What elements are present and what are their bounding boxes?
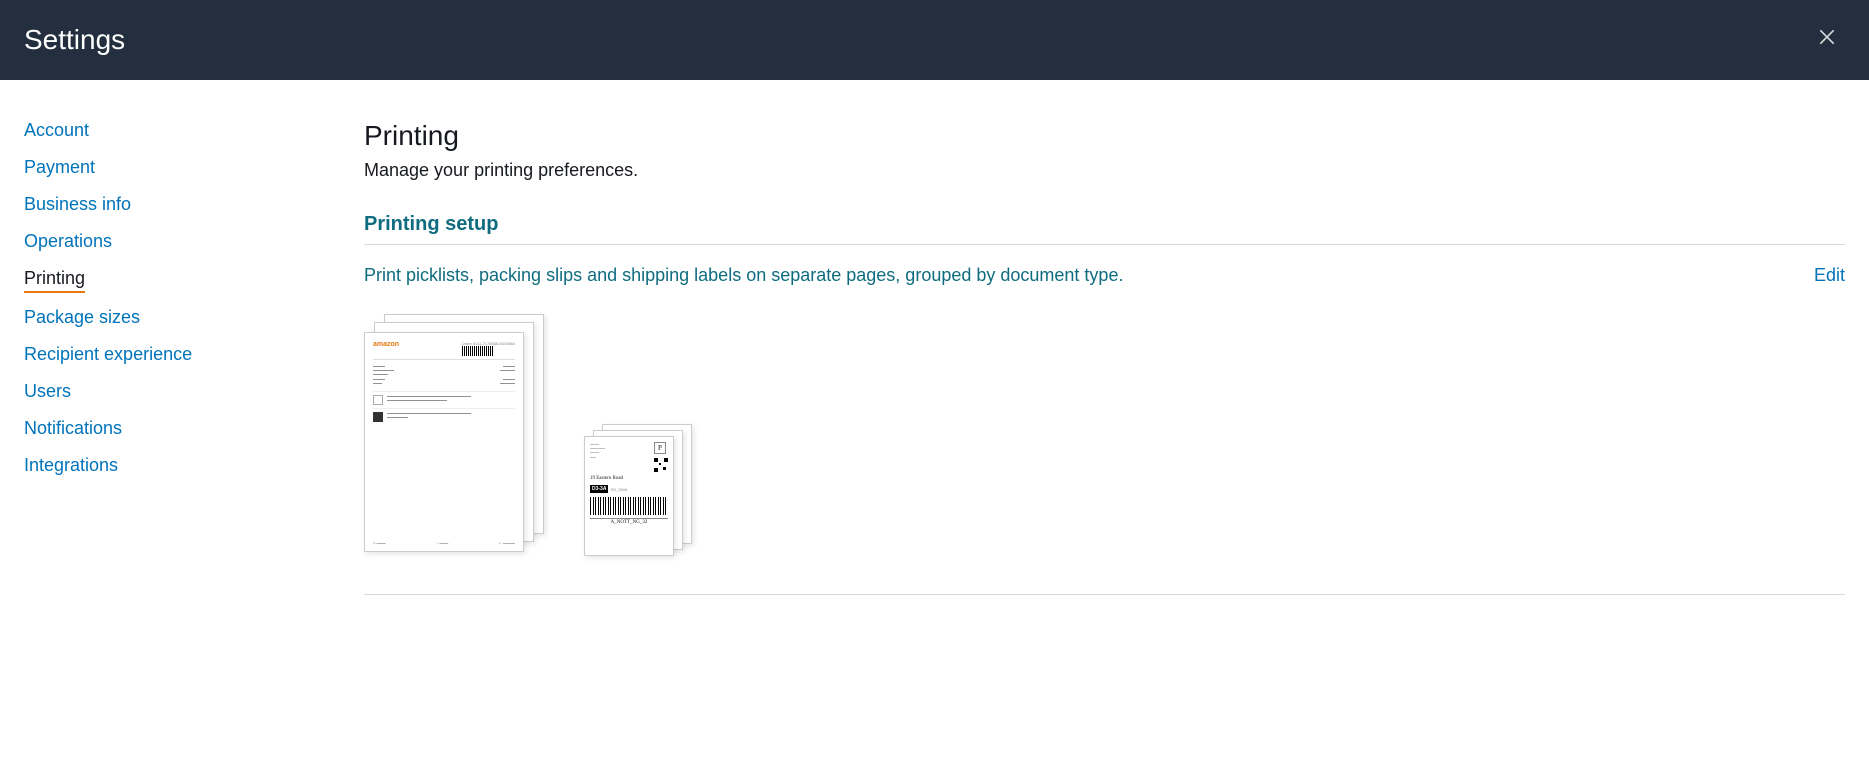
- order-number: Order #111-7175366-6519884: [462, 341, 515, 346]
- section-title: Printing setup: [364, 213, 1845, 236]
- sidebar-item-recipient-experience[interactable]: Recipient experience: [24, 344, 192, 367]
- close-icon: [1817, 27, 1837, 47]
- sidebar-item-account[interactable]: Account: [24, 120, 89, 143]
- sidebar-item-printing[interactable]: Printing: [24, 268, 85, 293]
- label-address: 19 Eastern Road: [590, 476, 668, 481]
- print-preview: amazon Order #111-7175366-6519884 ▬▬▬▬▬▬…: [364, 314, 1845, 564]
- label-code-row: D3-3A SG_0006: [590, 485, 668, 493]
- label-bottom-text: A_NOTT_NG_32: [590, 518, 668, 525]
- main-subtitle: Manage your printing preferences.: [364, 160, 1845, 181]
- item-desc: ▬▬▬▬▬▬▬▬▬▬▬▬▬▬▬▬▬▬▬▬▬▬▬▬▬▬▬▬▬▬▬▬▬▬▬▬▬▬▬▬…: [387, 395, 471, 405]
- sort-code-suffix: SG_0006: [610, 487, 627, 492]
- ship-from-block: ▬▬▬▬▬▬▬▬▬▬▬▬▬▬▬▬▬▬: [500, 364, 515, 385]
- packing-slip-preview: amazon Order #111-7175366-6519884 ▬▬▬▬▬▬…: [364, 314, 544, 564]
- close-button[interactable]: [1809, 18, 1845, 62]
- priority-marker: P: [654, 442, 666, 454]
- printing-setup-description: Print picklists, packing slips and shipp…: [364, 265, 1123, 286]
- label-barcode-icon: [590, 497, 668, 515]
- sidebar-item-payment[interactable]: Payment: [24, 157, 95, 180]
- label-sender-block: ▬▬▬▬▬▬▬▬▬▬▬▬▬: [590, 442, 605, 472]
- recycle-icon: ♻ ▬▬▬: [373, 541, 386, 545]
- ship-to-block: ▬▬▬▬▬▬▬▬▬▬▬▬▬▬▬▬▬▬▬▬▬▬▬: [373, 364, 394, 385]
- sidebar-item-operations[interactable]: Operations: [24, 231, 112, 254]
- star-icon: ☆ ▬▬▬: [436, 541, 449, 545]
- sidebar-item-notifications[interactable]: Notifications: [24, 418, 122, 441]
- shipping-label-preview: ▬▬▬▬▬▬▬▬▬▬▬▬▬ P 19 Eastern Road D3-3A SG…: [584, 424, 694, 564]
- slip-footer: ♻ ▬▬▬ ☆ ▬▬▬ ☏ ▬▬▬▬: [373, 541, 515, 545]
- settings-header: Settings: [0, 0, 1869, 80]
- item-thumb-icon: [373, 395, 383, 405]
- amazon-logo-icon: amazon: [373, 341, 399, 356]
- sidebar-list: Account Payment Business info Operations…: [24, 120, 364, 478]
- edit-button[interactable]: Edit: [1814, 265, 1845, 286]
- barcode-icon: [462, 346, 494, 356]
- label-sheet-front: ▬▬▬▬▬▬▬▬▬▬▬▬▬ P 19 Eastern Road D3-3A SG…: [584, 436, 674, 556]
- sidebar-item-package-sizes[interactable]: Package sizes: [24, 307, 140, 330]
- printing-setup-row: Print picklists, packing slips and shipp…: [364, 265, 1845, 286]
- item-thumb-icon: [373, 412, 383, 422]
- main-heading: Printing: [364, 120, 1845, 152]
- item-desc: ▬▬▬▬▬▬▬▬▬▬▬▬▬▬▬▬▬▬▬▬▬▬▬▬▬▬▬▬▬▬▬▬▬▬▬: [387, 412, 471, 422]
- sidebar-item-users[interactable]: Users: [24, 381, 71, 404]
- settings-container: Account Payment Business info Operations…: [0, 80, 1869, 635]
- qr-code-icon: [654, 458, 668, 472]
- sort-code-box: D3-3A: [590, 485, 608, 493]
- page-title: Settings: [24, 24, 125, 56]
- packing-slip-sheet-front: amazon Order #111-7175366-6519884 ▬▬▬▬▬▬…: [364, 332, 524, 552]
- main-content: Printing Manage your printing preference…: [364, 120, 1845, 595]
- phone-icon: ☏ ▬▬▬▬: [498, 541, 515, 545]
- sidebar-item-business-info[interactable]: Business info: [24, 194, 131, 217]
- sidebar-nav: Account Payment Business info Operations…: [24, 120, 364, 595]
- bottom-divider: [364, 594, 1845, 595]
- sidebar-item-integrations[interactable]: Integrations: [24, 455, 118, 478]
- line-item-2: ▬▬▬▬▬▬▬▬▬▬▬▬▬▬▬▬▬▬▬▬▬▬▬▬▬▬▬▬▬▬▬▬▬▬▬: [373, 408, 515, 422]
- line-item-1: ▬▬▬▬▬▬▬▬▬▬▬▬▬▬▬▬▬▬▬▬▬▬▬▬▬▬▬▬▬▬▬▬▬▬▬▬▬▬▬▬…: [373, 391, 515, 405]
- section-divider: [364, 244, 1845, 245]
